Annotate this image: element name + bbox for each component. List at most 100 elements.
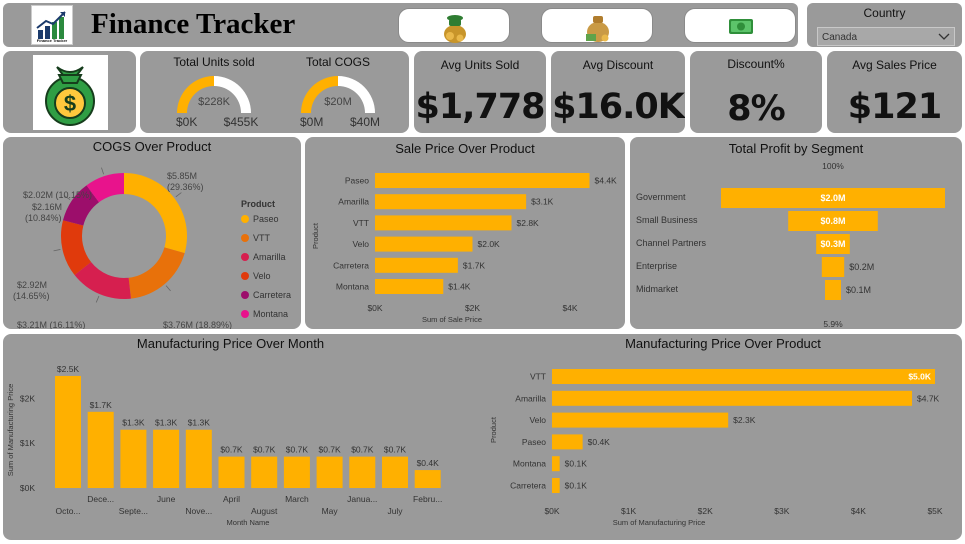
data-label: $1.4K xyxy=(448,282,471,292)
donut-data-label: $3.21M (16.11%) xyxy=(17,320,85,329)
country-dropdown[interactable]: Canada xyxy=(817,27,955,46)
data-label: $0.7K xyxy=(318,445,341,455)
data-label: $4.7K xyxy=(917,393,940,403)
donut-data-label: (29.36%) xyxy=(167,182,204,192)
category-label: Carretera xyxy=(510,481,546,491)
donut-leader-line xyxy=(165,285,171,292)
sale-price-bar-chart: Paseo $4.4K Amarilla $3.1K VTT $2.8K Velo $2.0K… xyxy=(311,173,618,324)
profit-by-segment-card: Total Profit by Segment 100% Government $2… xyxy=(630,137,962,329)
bar xyxy=(552,478,560,493)
legend-marker xyxy=(241,215,249,223)
category-label: Government xyxy=(636,192,686,202)
data-label: $1.7K xyxy=(90,400,113,410)
nav-button-cash[interactable] xyxy=(684,8,796,43)
data-label: $1.3K xyxy=(122,418,145,428)
units-gauge-min: $0K xyxy=(176,115,198,129)
category-label: Nove... xyxy=(185,506,212,516)
data-label: $0.8M xyxy=(820,216,845,226)
kpi-label: Discount% xyxy=(727,57,785,71)
data-label: $0.4K xyxy=(417,458,440,468)
legend-marker xyxy=(241,253,249,261)
chart-title: COGS Over Product xyxy=(92,139,212,154)
bar xyxy=(375,215,512,231)
data-label: $3.1K xyxy=(531,197,554,207)
tick-label: $2K xyxy=(465,303,480,313)
bar xyxy=(55,375,81,488)
donut-leader-line xyxy=(175,192,182,198)
donut-data-label: (14.65%) xyxy=(13,291,50,301)
funnel-top-label: 100% xyxy=(822,161,844,171)
category-label: Amarilla xyxy=(515,393,546,403)
svg-text:$: $ xyxy=(64,91,76,116)
data-label: $2.5K xyxy=(57,364,80,374)
category-label: Montana xyxy=(336,282,369,292)
data-label: $0.1M xyxy=(846,285,871,295)
tick-label: $3K xyxy=(774,506,789,516)
kpi-label: Avg Units Sold xyxy=(440,58,520,72)
legend-item: Velo xyxy=(253,271,271,281)
kpi-value: $121 xyxy=(847,87,942,127)
cogs-gauge-label: Total COGS xyxy=(305,55,371,69)
nav-button-sales[interactable] xyxy=(541,8,653,43)
donut-data-label: $2.16M xyxy=(32,202,62,212)
donut-slice xyxy=(128,247,185,299)
category-label: June xyxy=(157,494,176,504)
legend-item: Paseo xyxy=(253,214,279,224)
data-label: $1.7K xyxy=(463,260,486,270)
bar xyxy=(316,456,343,488)
funnel-bar xyxy=(821,257,845,277)
category-label: Midmarket xyxy=(636,284,679,294)
legend-marker xyxy=(241,310,249,318)
y-axis-title: Product xyxy=(489,416,498,443)
data-label: $2.8K xyxy=(517,218,540,228)
kpi-value: $16.0K xyxy=(552,87,685,127)
category-label: July xyxy=(387,506,403,516)
bar xyxy=(120,429,147,488)
country-label: Country xyxy=(863,6,906,20)
tick-label: $4K xyxy=(851,506,866,516)
data-label: $1.3K xyxy=(188,418,211,428)
legend-item: Carretera xyxy=(253,290,291,300)
cogs-gauge-min: $0M xyxy=(300,115,324,129)
manufacturing-month-bar-chart: $0K $1K $2K $2.5K Octo... $1.7K Dece... $1.3K Se… xyxy=(6,364,442,527)
donut-leader-line xyxy=(101,167,105,175)
bar xyxy=(185,429,212,488)
donut-data-label: (10.84%) xyxy=(25,213,62,223)
cogs-over-product-card: COGS Over Product $5.85M (29.36%) $3.76M (… xyxy=(3,137,301,329)
nav-button-profit[interactable] xyxy=(398,8,510,43)
category-label: Velo xyxy=(352,239,369,249)
x-axis-title: Sum of Sale Price xyxy=(422,315,482,324)
bar xyxy=(552,434,583,450)
legend-marker xyxy=(241,291,249,299)
kpi-label: Avg Discount xyxy=(582,58,654,72)
units-gauge-value: $228K xyxy=(198,96,230,108)
country-slicer: Country Canada xyxy=(807,3,962,47)
data-label: $0.7K xyxy=(351,445,374,455)
data-label: $0.7K xyxy=(286,445,309,455)
bar xyxy=(552,456,560,472)
kpi-value: 8% xyxy=(727,89,785,129)
bar xyxy=(414,470,441,488)
bar xyxy=(349,456,376,488)
data-label: $4.4K xyxy=(595,176,618,186)
cogs-gauge xyxy=(301,76,375,113)
category-label: Paseo xyxy=(345,176,369,186)
tick-label: $0K xyxy=(367,303,382,313)
category-label: Small Business xyxy=(636,215,698,225)
category-label: Octo... xyxy=(55,506,80,516)
legend-item: Montana xyxy=(253,309,288,319)
kpi-value: $1,778 xyxy=(415,87,545,127)
legend-item: VTT xyxy=(253,233,271,243)
bar xyxy=(375,236,473,252)
money-bag-card: $ xyxy=(3,51,136,133)
category-label: Carretera xyxy=(333,260,369,270)
bar xyxy=(375,257,458,273)
kpi-card-avg-discount: Avg Discount $16.0K xyxy=(551,51,685,133)
category-label: April xyxy=(223,494,240,504)
units-gauge-label: Total Units sold xyxy=(173,55,255,69)
tick-label: $1K xyxy=(20,438,35,448)
sale-price-over-product-card: Sale Price Over Product Paseo $4.4K Amaril… xyxy=(305,137,625,329)
money-bag-gold-icon xyxy=(444,15,466,43)
data-label: $1.3K xyxy=(155,418,178,428)
category-label: Montana xyxy=(513,459,546,469)
